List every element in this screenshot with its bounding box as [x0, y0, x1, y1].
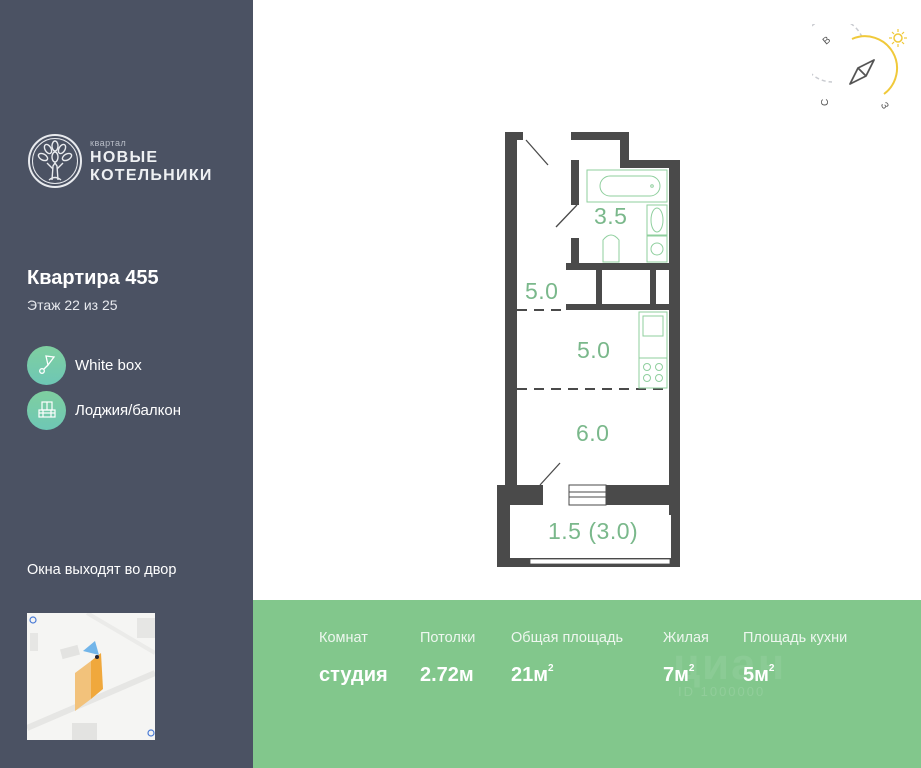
room-area-bathroom: 3.5 — [594, 203, 628, 229]
map-image — [27, 613, 155, 740]
room-area-balcony: 1.5 (3.0) — [548, 518, 639, 544]
room-area-kitchen: 5.0 — [577, 337, 611, 363]
compass-label-north: С — [820, 99, 831, 106]
stat-unit-sup: 2 — [768, 663, 775, 675]
stat-value-text: 2.72м — [420, 664, 474, 686]
trowel-icon — [38, 355, 55, 374]
stat-value: 2.72м — [420, 664, 475, 687]
brand-logo[interactable]: квартал НОВЫЕ КОТЕЛЬНИКИ — [27, 133, 267, 193]
feature-balcony: Лоджия/балкон — [27, 390, 181, 430]
stat-label: Жилая — [663, 630, 709, 646]
stat-value: 5м2 — [743, 663, 847, 687]
stat-label: Общая площадь — [511, 630, 624, 646]
stat-unit-sup: 2 — [688, 663, 695, 675]
stat-value-text: 5м — [743, 664, 769, 686]
location-map[interactable] — [27, 613, 155, 740]
stat-total-area: Общая площадь 21м2 — [511, 630, 623, 687]
apartment-title: Квартира 455 — [27, 267, 159, 289]
feature-white-box: White box — [27, 345, 142, 385]
stat-rooms: Комнат студия — [319, 630, 388, 687]
brand-small-text: квартал — [90, 138, 127, 148]
stat-ceilings: Потолки 2.72м — [420, 630, 475, 687]
brand-name: НОВЫЕ КОТЕЛЬНИКИ — [90, 149, 213, 185]
brand-line-2: КОТЕЛЬНИКИ — [90, 167, 213, 184]
stat-value: 7м2 — [663, 663, 709, 687]
feature-icon-circle — [27, 345, 66, 385]
stat-label: Потолки — [420, 630, 476, 646]
stat-unit-sup: 2 — [548, 663, 554, 675]
stat-kitchen-area: Площадь кухни 5м2 — [743, 630, 847, 687]
sun-icon — [889, 29, 907, 47]
stat-value-text: 7м — [663, 664, 689, 686]
windows-orientation: Окна выходят во двор — [27, 562, 177, 578]
room-area-living: 6.0 — [576, 420, 610, 446]
compass-label-east: В — [821, 34, 833, 47]
feature-label: Лоджия/балкон — [75, 401, 182, 419]
stat-value-text: 21м — [511, 664, 549, 686]
compass-icon — [849, 59, 875, 85]
room-area-hall: 5.0 — [525, 278, 559, 304]
stat-value: 21м2 — [511, 663, 623, 687]
apartment-floor: Этаж 22 из 25 — [27, 297, 118, 313]
feature-icon-circle — [27, 390, 66, 430]
brand-line-1: НОВЫЕ — [90, 149, 159, 166]
sidebar: квартал НОВЫЕ КОТЕЛЬНИКИ Квартира 455 Эт… — [0, 0, 253, 768]
balcony-icon — [37, 401, 56, 418]
stat-value: студия — [319, 664, 388, 687]
tree-logo-icon — [28, 134, 82, 188]
compass-label-west: З — [878, 101, 891, 112]
stat-label: Площадь кухни — [743, 630, 848, 646]
stat-value-text: студия — [319, 664, 388, 686]
stat-living-area: Жилая 7м2 — [663, 630, 709, 687]
stats-bar: циан ID 1000000 Комнат студия Потолки 2.… — [253, 600, 921, 768]
compass-widget[interactable]: В С З — [812, 24, 912, 114]
feature-label: White box — [75, 356, 142, 374]
stat-label: Комнат — [319, 630, 368, 646]
